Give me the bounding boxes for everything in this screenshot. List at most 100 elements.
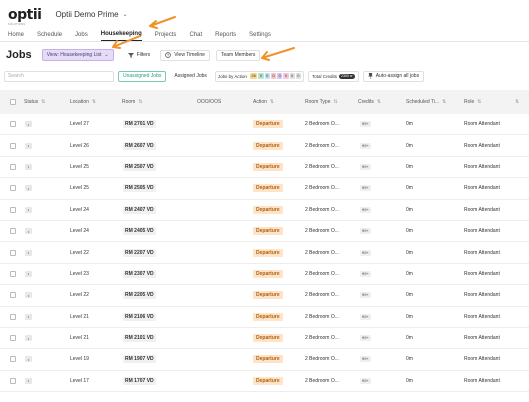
- row-checkbox[interactable]: [10, 163, 16, 170]
- column-header-ooo-oos[interactable]: OOO/OOS: [197, 99, 221, 105]
- table-header: Status ⇅ Location ⇅ Room ⇅ OOO/OOS Action ⇅ Room …: [0, 90, 529, 114]
- column-header-room-type[interactable]: Room Type ⇅: [305, 99, 338, 105]
- row-checkbox[interactable]: [10, 249, 16, 256]
- select-all-checkbox[interactable]: [10, 99, 16, 105]
- location-cell: Level 25: [70, 163, 89, 170]
- tab-settings[interactable]: Settings: [249, 32, 271, 41]
- auto-assign-button[interactable]: Auto-assign all jobs: [362, 70, 425, 82]
- sort-icon: ⇅: [91, 99, 97, 105]
- row-checkbox[interactable]: [10, 228, 16, 235]
- row-checkbox[interactable]: [10, 206, 16, 213]
- row-checkbox[interactable]: [10, 313, 16, 320]
- table-row[interactable]: • Level 21 RM 2106 VD Departure 2 Bedroom O.…: [0, 307, 529, 328]
- filter-bar: Search Unassigned Jobs Assigned Jobs Job…: [0, 68, 529, 84]
- table-row[interactable]: • Level 23 RM 2307 VD Departure 2 Bedroom O.…: [0, 264, 529, 286]
- property-selector[interactable]: Optii Demo Prime ⌄: [55, 10, 127, 19]
- logo-subtext: SOLUTIONS: [8, 21, 26, 26]
- room-type-cell: 2 Bedroom O...: [305, 185, 339, 192]
- tab-housekeeping[interactable]: Housekeeping: [100, 31, 142, 41]
- action-badge: Departure: [253, 205, 283, 214]
- column-header-role[interactable]: Role ⇅: [464, 99, 482, 105]
- room-number: RM 2101: [125, 335, 146, 342]
- status-indicator: •: [25, 335, 32, 342]
- room-number: RM 2307: [125, 270, 146, 277]
- row-checkbox[interactable]: [10, 335, 16, 342]
- column-header-location[interactable]: Location ⇅: [70, 99, 96, 105]
- row-checkbox[interactable]: [10, 185, 16, 192]
- table-row[interactable]: • Level 27 RM 2701 VD Departure 2 Bedroom O.…: [0, 114, 529, 136]
- tab-jobs[interactable]: Jobs: [75, 32, 88, 41]
- table-row[interactable]: • Level 19 RM 1907 VD Departure 2 Bedroom O.…: [0, 349, 529, 371]
- room-badge: RM 2405 VD: [123, 227, 156, 236]
- tab-unassigned-jobs[interactable]: Unassigned Jobs: [118, 70, 167, 82]
- filters-button[interactable]: Filters: [123, 49, 155, 61]
- table-row[interactable]: • Level 25 RM 2505 VD Departure 2 Bedroom O.…: [0, 178, 529, 200]
- tab-assigned-jobs[interactable]: Assigned Jobs: [170, 71, 211, 82]
- credits-tag: 99+: [360, 142, 371, 149]
- credits-tag: 99+: [360, 292, 371, 299]
- team-members-button[interactable]: Team Members: [215, 49, 261, 61]
- column-header-action[interactable]: Action ⇅: [253, 99, 274, 105]
- room-status-tag: VD: [146, 163, 154, 170]
- room-type-cell: 2 Bedroom O...: [305, 377, 339, 384]
- room-badge: RM 2101 VD: [123, 334, 156, 343]
- sort-icon: ⇅: [477, 99, 482, 105]
- room-badge: RM 2607 VD: [123, 141, 156, 150]
- clock-icon: [165, 52, 171, 58]
- action-count-chip: 0: [283, 73, 289, 79]
- action-count-chip: 0: [289, 73, 295, 79]
- row-checkbox[interactable]: [10, 142, 16, 149]
- room-number: RM 1907: [125, 356, 146, 363]
- filters-label: Filters: [136, 52, 151, 58]
- table-row[interactable]: • Level 21 RM 2101 VD Departure 2 Bedroom O.…: [0, 328, 529, 350]
- table-row[interactable]: • Level 24 RM 2407 VD Departure 2 Bedroom O.…: [0, 200, 529, 221]
- tab-chat[interactable]: Chat: [189, 32, 202, 41]
- tab-reports[interactable]: Reports: [215, 32, 236, 41]
- unassigned-label: Unassigned Jobs: [123, 73, 162, 79]
- room-status-tag: VD: [146, 206, 154, 213]
- row-checkbox[interactable]: [10, 270, 16, 277]
- row-checkbox[interactable]: [10, 356, 16, 363]
- table-row[interactable]: • Level 24 RM 2405 VD Departure 2 Bedroom O.…: [0, 221, 529, 243]
- status-indicator: •: [25, 142, 32, 149]
- table-row[interactable]: • Level 22 RM 2207 VD Departure 2 Bedroom O.…: [0, 242, 529, 264]
- credits-tag: 99+: [360, 270, 371, 277]
- row-checkbox[interactable]: [10, 292, 16, 299]
- row-checkbox[interactable]: [10, 121, 16, 128]
- action-badge: Departure: [253, 184, 283, 193]
- column-header-credits[interactable]: Credits ⇅: [358, 99, 381, 105]
- column-header-room[interactable]: Room ⇅: [122, 99, 143, 105]
- action-badge: Departure: [253, 269, 283, 278]
- column-header-label: Role: [464, 99, 475, 105]
- tab-schedule[interactable]: Schedule: [37, 32, 62, 41]
- optii-logo[interactable]: optii SOLUTIONS: [8, 7, 42, 26]
- room-number: RM 2207: [125, 249, 146, 256]
- jobs-by-action[interactable]: Jobs by Action 26 0 0 0 0 0 0 0: [214, 70, 305, 82]
- room-badge: RM 2507 VD: [123, 162, 156, 171]
- room-type-cell: 2 Bedroom O...: [305, 206, 339, 213]
- credits-tag: 99+: [360, 377, 371, 384]
- action-badge: Departure: [253, 120, 283, 129]
- table-row[interactable]: • Level 17 RM 1707 VD Departure 2 Bedroom O.…: [0, 371, 529, 393]
- view-select[interactable]: View: Housekeeping List ⌄: [41, 49, 114, 61]
- column-header-scheduled-ti[interactable]: Scheduled Ti... ⇅: [406, 99, 446, 105]
- view-timeline-button[interactable]: View Timeline: [160, 49, 210, 61]
- role-cell: Room Attendant: [464, 228, 500, 235]
- table-row[interactable]: • Level 22 RM 2205 VD Departure 2 Bedroom O.…: [0, 285, 529, 307]
- action-badge: Departure: [253, 334, 283, 343]
- row-checkbox[interactable]: [10, 377, 16, 384]
- scheduled-time-cell: 0m: [406, 185, 413, 192]
- room-number: RM 2507: [125, 163, 146, 170]
- tab-projects[interactable]: Projects: [155, 32, 177, 41]
- room-status-tag: VD: [146, 335, 154, 342]
- status-indicator: •: [25, 121, 32, 128]
- room-type-cell: 2 Bedroom O...: [305, 292, 339, 299]
- sort-icon[interactable]: ⇅: [515, 99, 519, 105]
- table-row[interactable]: • Level 26 RM 2607 VD Departure 2 Bedroom O.…: [0, 135, 529, 157]
- action-count-chip: 0: [295, 73, 302, 79]
- search-input[interactable]: Search: [4, 70, 114, 82]
- sort-icon: ⇅: [333, 99, 338, 105]
- column-header-status[interactable]: Status ⇅: [24, 99, 45, 105]
- table-row[interactable]: • Level 25 RM 2507 VD Departure 2 Bedroom O.…: [0, 157, 529, 179]
- tab-home[interactable]: Home: [8, 32, 24, 41]
